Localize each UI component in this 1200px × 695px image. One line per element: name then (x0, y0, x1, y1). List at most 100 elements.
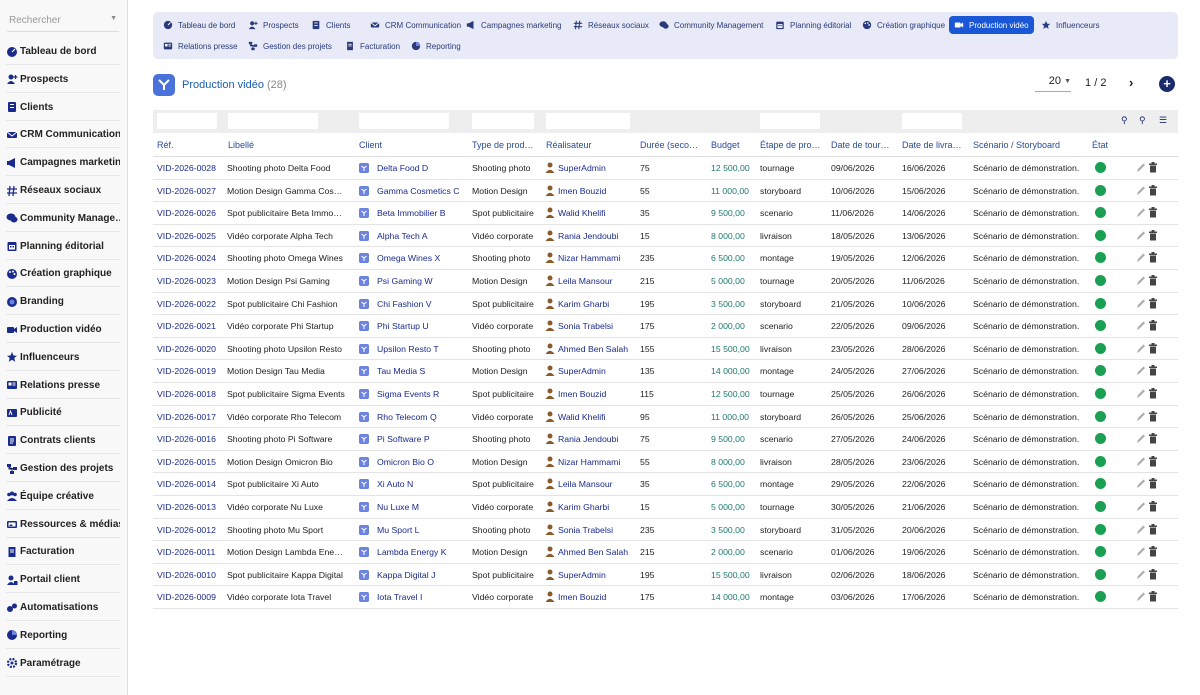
edit-icon[interactable] (1136, 433, 1146, 444)
client-link[interactable]: Delta Food D (377, 163, 467, 173)
filter-type[interactable] (472, 113, 534, 129)
table-row[interactable]: VID-2026-0020 Shooting photo Upsilon Rest… (153, 338, 1178, 361)
tab-5[interactable]: Réseaux sociaux (568, 16, 654, 34)
realisateur-link[interactable]: SuperAdmin (558, 366, 638, 376)
table-row[interactable]: VID-2026-0011 Motion Design Lambda Ene… La… (153, 541, 1178, 564)
ref-link[interactable]: VID-2026-0013 (157, 502, 225, 512)
sidebar-item-11[interactable]: Influenceurs (6, 345, 120, 371)
realisateur-link[interactable]: Nizar Hammami (558, 457, 638, 467)
tab-1[interactable]: Prospects (243, 16, 304, 34)
sidebar-item-12[interactable]: Relations presse (6, 373, 120, 399)
realisateur-link[interactable]: Walid Khelifi (558, 412, 638, 422)
sidebar-item-17[interactable]: Ressources & médias (6, 512, 120, 538)
list-view-icon[interactable]: ☰ (1159, 115, 1167, 126)
delete-icon[interactable] (1148, 252, 1158, 263)
client-link[interactable]: Omega Wines X (377, 253, 467, 263)
realisateur-link[interactable]: Leila Mansour (558, 479, 638, 489)
delete-icon[interactable] (1148, 229, 1158, 241)
column-header[interactable]: Scénario / Storyboard (973, 140, 1083, 150)
sidebar-item-6[interactable]: Community Manage… (6, 206, 120, 232)
client-link[interactable]: Lambda Energy K (377, 547, 467, 557)
ref-link[interactable]: VID-2026-0016 (157, 434, 225, 444)
sidebar-item-22[interactable]: Paramétrage (6, 651, 120, 677)
realisateur-link[interactable]: Imen Bouzid (558, 389, 638, 399)
tab-9[interactable]: Production vidéo (949, 16, 1034, 34)
ref-link[interactable]: VID-2026-0017 (157, 412, 225, 422)
delete-icon[interactable] (1148, 388, 1158, 399)
realisateur-link[interactable]: Sonia Trabelsi (558, 525, 638, 535)
delete-icon[interactable] (1148, 433, 1158, 444)
edit-icon[interactable] (1136, 591, 1146, 602)
column-header[interactable]: Type de prod… (472, 140, 542, 150)
column-header[interactable]: Date de livra… (902, 140, 967, 150)
realisateur-link[interactable]: Leila Mansour (558, 276, 638, 286)
ref-link[interactable]: VID-2026-0015 (157, 457, 225, 467)
realisateur-link[interactable]: SuperAdmin (558, 570, 638, 580)
client-link[interactable]: Psi Gaming W (377, 276, 467, 286)
delete-icon[interactable] (1148, 501, 1158, 512)
edit-icon[interactable] (1136, 569, 1146, 580)
realisateur-link[interactable]: Rania Jendoubi (558, 434, 638, 444)
client-link[interactable]: Nu Luxe M (377, 502, 467, 512)
table-row[interactable]: VID-2026-0016 Shooting photo Pi Software P… (153, 428, 1178, 451)
edit-icon[interactable] (1136, 478, 1146, 489)
ref-link[interactable]: VID-2026-0019 (157, 366, 225, 376)
add-button[interactable]: + (1159, 76, 1175, 92)
ref-link[interactable]: VID-2026-0020 (157, 344, 225, 354)
clear-filter-icon[interactable]: ⚲ (1139, 115, 1146, 126)
table-row[interactable]: VID-2026-0019 Motion Design Tau Media Tau … (153, 360, 1178, 383)
ref-link[interactable]: VID-2026-0023 (157, 276, 225, 286)
column-header[interactable]: Date de tour… (831, 140, 896, 150)
filter-date-livraison[interactable] (902, 113, 962, 129)
ref-link[interactable]: VID-2026-0027 (157, 186, 225, 196)
filter-etape[interactable] (760, 113, 820, 129)
edit-icon[interactable] (1136, 365, 1146, 376)
table-row[interactable]: VID-2026-0023 Motion Design Psi Gaming Psi… (153, 270, 1178, 293)
realisateur-link[interactable]: Sonia Trabelsi (558, 321, 638, 331)
ref-link[interactable]: VID-2026-0026 (157, 208, 225, 218)
column-header[interactable]: Réalisateur (546, 140, 626, 150)
sidebar-item-10[interactable]: Production vidéo (6, 317, 120, 343)
column-header[interactable]: Durée (seco… (640, 140, 705, 150)
client-link[interactable]: Phi Startup U (377, 321, 467, 331)
table-row[interactable]: VID-2026-0028 Shooting photo Delta Food De… (153, 157, 1178, 180)
column-header[interactable]: Libellé (228, 140, 348, 150)
table-row[interactable]: VID-2026-0024 Shooting photo Omega Wines O… (153, 247, 1178, 270)
table-row[interactable]: VID-2026-0018 Spot publicitaire Sigma Eve… (153, 383, 1178, 406)
sidebar-item-20[interactable]: Automatisations (6, 595, 120, 621)
ref-link[interactable]: VID-2026-0011 (157, 547, 225, 557)
sidebar-item-7[interactable]: Planning éditorial (6, 234, 120, 260)
sidebar-item-4[interactable]: Campagnes marketing (6, 150, 120, 177)
page-size-select[interactable]: 20 ▼ (1035, 75, 1071, 92)
tab-10[interactable]: Influenceurs (1036, 16, 1105, 34)
delete-icon[interactable] (1148, 275, 1158, 286)
ref-link[interactable]: VID-2026-0014 (157, 479, 225, 489)
sidebar-item-13[interactable]: Publicité (6, 400, 120, 427)
client-link[interactable]: Omicron Bio O (377, 457, 467, 467)
delete-icon[interactable] (1148, 320, 1158, 331)
edit-icon[interactable] (1136, 162, 1146, 173)
sidebar-item-14[interactable]: Contrats clients (6, 428, 120, 455)
filter-client[interactable] (359, 113, 449, 129)
delete-icon[interactable] (1148, 162, 1158, 173)
tab-6[interactable]: Community Management (654, 16, 768, 34)
column-header[interactable]: Étape de pro… (760, 140, 825, 150)
tab-3[interactable]: CRM Communication (365, 16, 466, 34)
sidebar-item-1[interactable]: Prospects (6, 67, 120, 93)
table-row[interactable]: VID-2026-0017 Vidéo corporate Rho Telecom… (153, 406, 1178, 429)
client-link[interactable]: Sigma Events R (377, 389, 467, 399)
client-link[interactable]: Tau Media S (377, 366, 467, 376)
table-row[interactable]: VID-2026-0015 Motion Design Omicron Bio Om… (153, 451, 1178, 474)
realisateur-link[interactable]: Karim Gharbi (558, 299, 638, 309)
column-header[interactable]: Budget (711, 140, 756, 150)
table-row[interactable]: VID-2026-0022 Spot publicitaire Chi Fashi… (153, 293, 1178, 316)
tab-12[interactable]: Gestion des projets (243, 37, 337, 55)
edit-icon[interactable] (1136, 388, 1146, 399)
tab-13[interactable]: Facturation (340, 37, 405, 55)
search-icon[interactable]: ⚲ (1121, 115, 1128, 126)
edit-icon[interactable] (1136, 230, 1146, 241)
tab-8[interactable]: Création graphique (857, 16, 950, 34)
sidebar-item-0[interactable]: Tableau de bord (6, 39, 120, 65)
edit-icon[interactable] (1136, 207, 1146, 218)
delete-icon[interactable] (1148, 546, 1158, 557)
